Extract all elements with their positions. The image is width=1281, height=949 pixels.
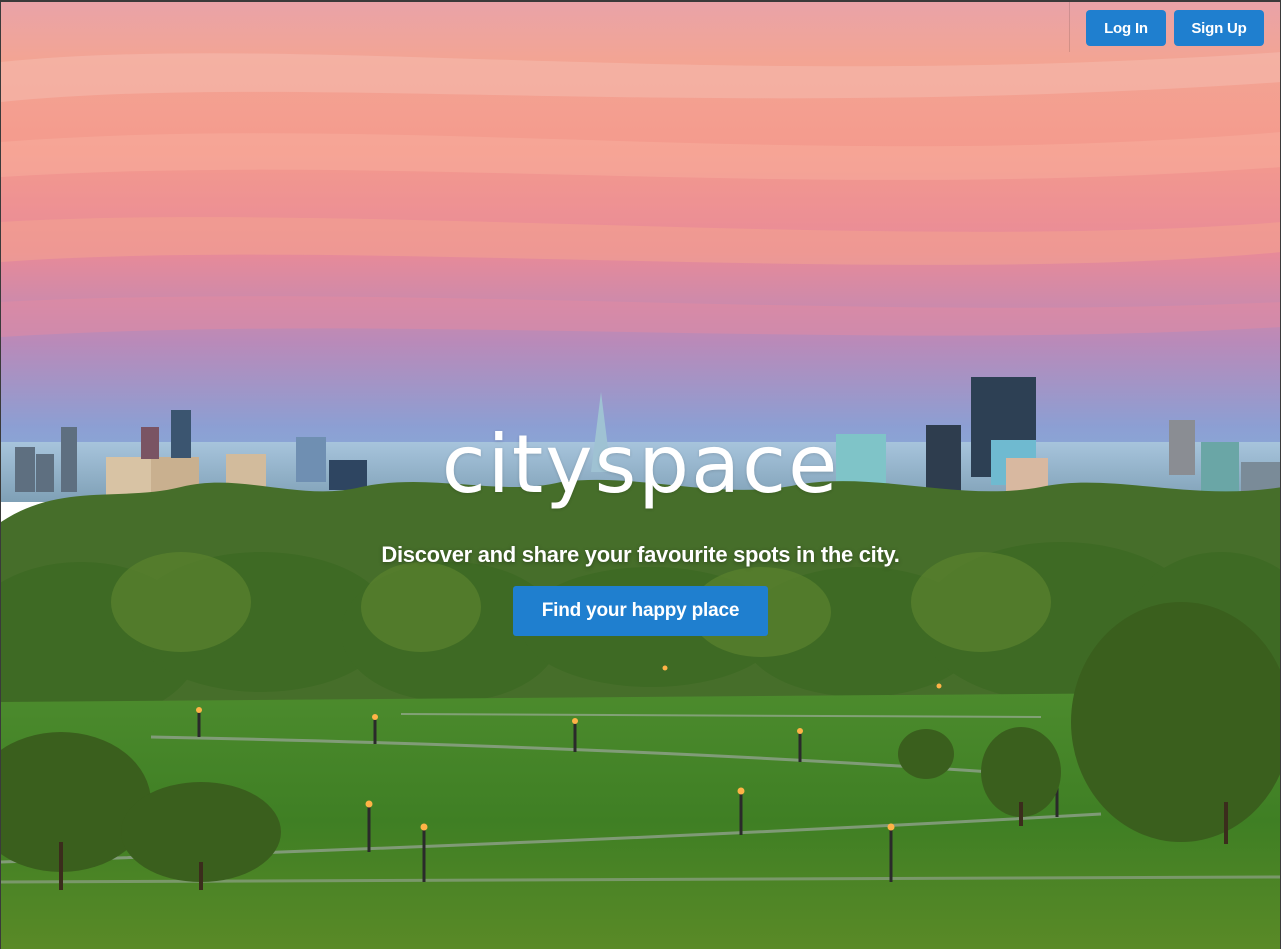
site-logo: cityspace xyxy=(441,418,840,511)
login-button[interactable]: Log In xyxy=(1086,10,1166,46)
landing-page: Log In Sign Up cityspace Discover and sh… xyxy=(0,0,1281,949)
hero-tagline: Discover and share your favourite spots … xyxy=(381,542,900,567)
hero-content: cityspace Discover and share your favour… xyxy=(1,410,1280,636)
top-nav: Log In Sign Up xyxy=(1069,2,1280,52)
find-happy-place-button[interactable]: Find your happy place xyxy=(513,586,768,636)
signup-button[interactable]: Sign Up xyxy=(1174,10,1264,46)
